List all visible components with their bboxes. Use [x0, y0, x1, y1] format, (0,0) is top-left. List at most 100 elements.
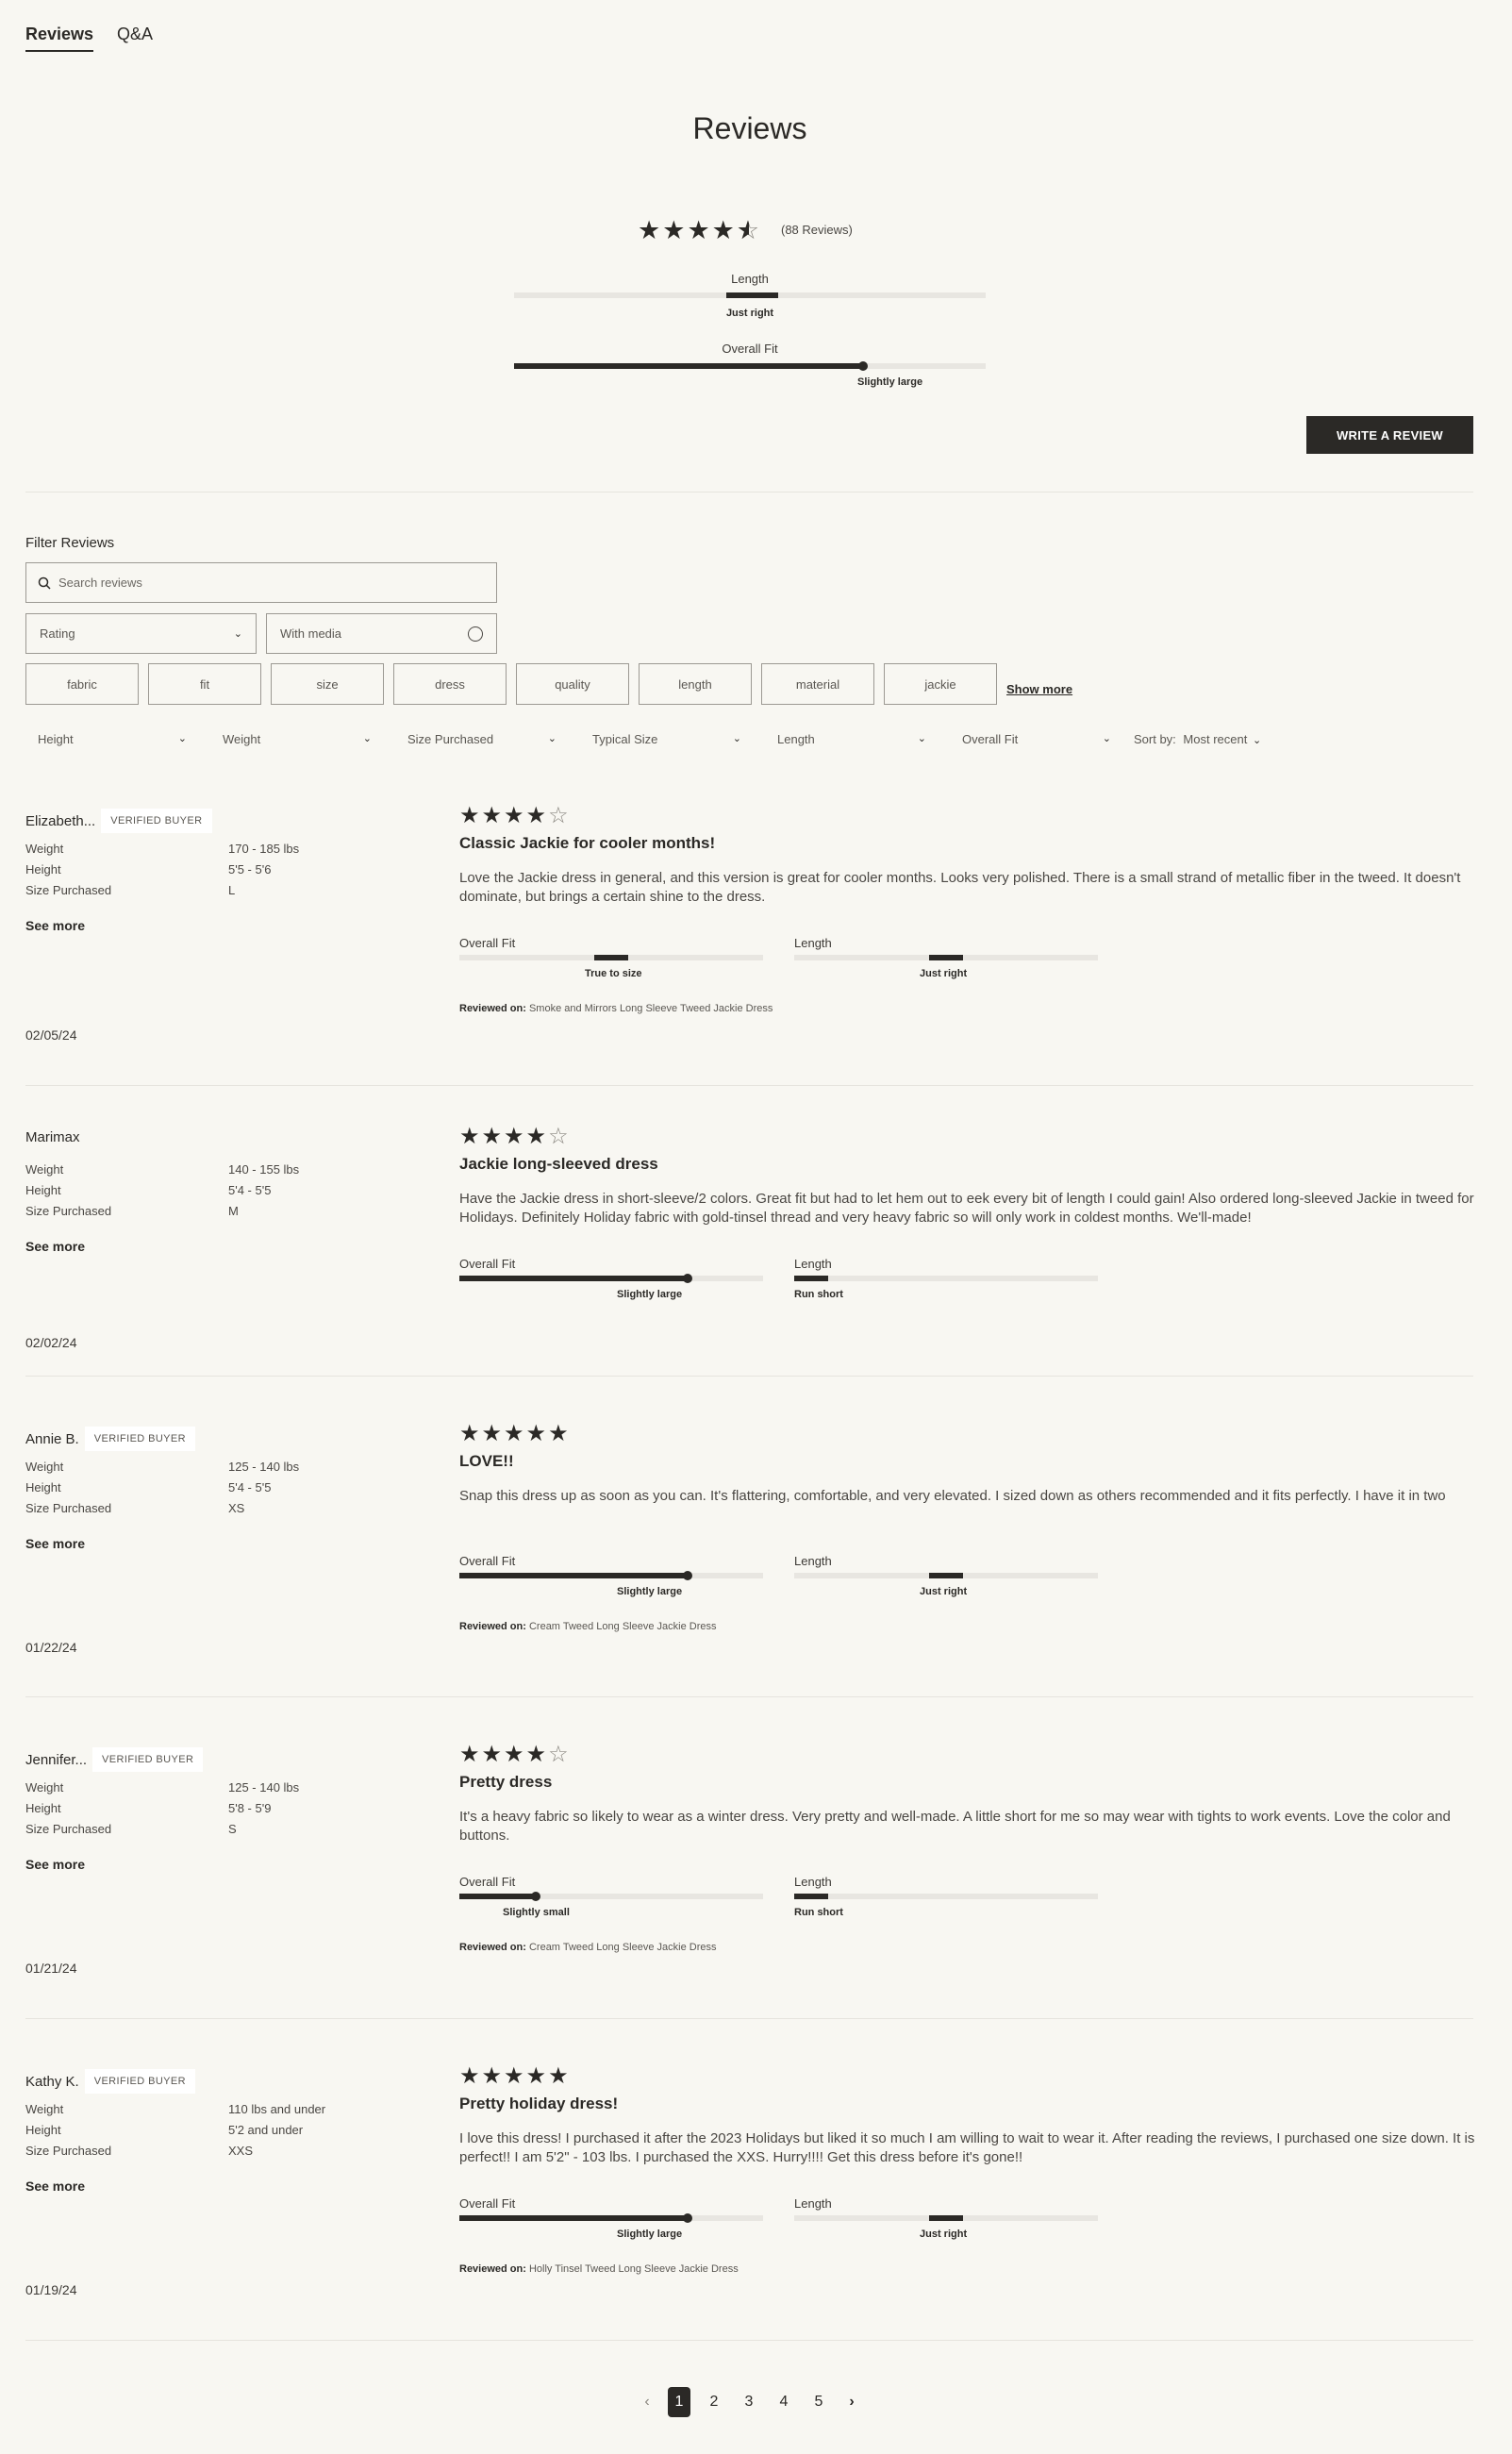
page-5-button[interactable]: 5	[807, 2387, 830, 2417]
divider	[25, 1085, 1473, 1086]
page-3-button[interactable]: 3	[738, 2387, 760, 2417]
overall-fit-label: Overall Fit	[459, 1554, 516, 1568]
reviewer-weight-label: Weight	[25, 2102, 64, 2116]
reviewer-height-label: Height	[25, 2123, 61, 2137]
filter-chip-fit[interactable]: fit	[148, 663, 261, 705]
length-label: Length	[794, 1875, 832, 1889]
star-full-icon: ★	[711, 216, 737, 244]
reviewer-size-label: Size Purchased	[25, 1822, 112, 1836]
height-dropdown[interactable]: Height ⌄	[38, 732, 187, 746]
reviewer-height-label: Height	[25, 1183, 61, 1197]
review-date: 01/22/24	[25, 1640, 77, 1655]
see-more-link[interactable]: See more	[25, 2179, 85, 2194]
page-1-button[interactable]: 1	[668, 2387, 690, 2417]
meter-segment	[929, 1573, 963, 1578]
verified-buyer-badge: VERIFIED BUYER	[84, 1427, 196, 1451]
review-count: (88 Reviews)	[781, 223, 853, 237]
summary-length-meter	[514, 292, 986, 298]
reviewed-on: Reviewed on: Cream Tweed Long Sleeve Jac…	[459, 1942, 716, 1953]
length-meter	[794, 1894, 1098, 1899]
see-more-link[interactable]: See more	[25, 1239, 85, 1254]
typical-size-dropdown[interactable]: Typical Size ⌄	[592, 732, 741, 746]
star-full-icon: ★	[504, 1124, 526, 1149]
filter-chip-size[interactable]: size	[271, 663, 384, 705]
reviewer-name: Kathy K.	[25, 2073, 79, 2090]
star-half-icon: ☆★	[736, 216, 762, 244]
rating-select-label: Rating	[40, 626, 75, 641]
divider	[25, 1696, 1473, 1697]
filter-chip-material[interactable]: material	[761, 663, 874, 705]
length-meter	[794, 1573, 1098, 1578]
overall-fit-dropdown[interactable]: Overall Fit ⌄	[962, 732, 1111, 746]
reviewer-height-label: Height	[25, 1801, 61, 1815]
tab-reviews[interactable]: Reviews	[25, 25, 94, 52]
chevron-down-icon: ⌄	[732, 733, 741, 744]
reviewed-product-link[interactable]: Holly Tinsel Tweed Long Sleeve Jackie Dr…	[529, 2263, 739, 2275]
review-title: LOVE!!	[459, 1452, 514, 1470]
reviewed-product-link[interactable]: Cream Tweed Long Sleeve Jackie Dress	[529, 1621, 717, 1632]
see-more-link[interactable]: See more	[25, 1857, 85, 1872]
length-dropdown[interactable]: Length ⌄	[777, 732, 926, 746]
chevron-down-icon: ⌄	[177, 733, 187, 744]
overall-fit-label: Overall Fit	[459, 1257, 516, 1271]
see-more-link[interactable]: See more	[25, 1536, 85, 1551]
reviewer-name-row: Marimax	[25, 1129, 80, 1145]
summary-fit-label: Overall Fit	[722, 342, 778, 356]
filter-chip-dress[interactable]: dress	[393, 663, 507, 705]
divider	[25, 2340, 1473, 2341]
page-4-button[interactable]: 4	[773, 2387, 795, 2417]
chevron-down-icon: ⌄	[547, 733, 557, 744]
reviewer-size-value: L	[228, 883, 236, 897]
reviewed-on: Reviewed on: Cream Tweed Long Sleeve Jac…	[459, 1621, 716, 1632]
search-input[interactable]	[58, 576, 474, 590]
reviewer-height-label: Height	[25, 862, 61, 876]
dropdown-label: Weight	[223, 732, 261, 746]
next-page-button[interactable]: ›	[840, 2387, 863, 2417]
review-title: Classic Jackie for cooler months!	[459, 834, 716, 852]
write-review-button[interactable]: WRITE A REVIEW	[1306, 416, 1473, 454]
meter-fill	[459, 2215, 688, 2221]
tab-qa[interactable]: Q&A	[117, 25, 153, 50]
page-2-button[interactable]: 2	[703, 2387, 725, 2417]
with-media-toggle[interactable]: With media	[266, 613, 497, 654]
overall-fit-meter	[459, 1892, 763, 1901]
filter-chip-jackie[interactable]: jackie	[884, 663, 997, 705]
star-full-icon: ★	[548, 1421, 571, 1446]
star-empty-icon: ☆	[548, 803, 571, 828]
filter-chip-length[interactable]: length	[639, 663, 752, 705]
filter-chip-quality[interactable]: quality	[516, 663, 629, 705]
review-body: Have the Jackie dress in short-sleeve/2 …	[459, 1191, 1474, 1226]
prev-page-button[interactable]: ‹	[636, 2387, 658, 2417]
reviewer-weight-label: Weight	[25, 1460, 64, 1474]
summary-fit-meter	[514, 361, 986, 371]
reviewer-size-label: Size Purchased	[25, 1204, 112, 1218]
reviewer-name-row: Jennifer... VERIFIED BUYER	[25, 1747, 204, 1772]
review-body: Love the Jackie dress in general, and th…	[459, 870, 1461, 905]
reviewed-product-link[interactable]: Smoke and Mirrors Long Sleeve Tweed Jack…	[529, 1003, 773, 1014]
summary-length-label: Length	[731, 272, 769, 286]
reviewer-size-value: M	[228, 1204, 239, 1218]
radio-circle-icon[interactable]	[468, 626, 483, 642]
sort-dropdown[interactable]: Sort by: Most recent ⌄	[1134, 732, 1261, 746]
reviewed-on-label: Reviewed on:	[459, 1942, 526, 1953]
reviewer-size-value: XS	[228, 1501, 245, 1515]
see-more-link[interactable]: See more	[25, 918, 85, 933]
reviewer-weight-label: Weight	[25, 1780, 64, 1795]
show-more-chips-link[interactable]: Show more	[1006, 682, 1072, 696]
dropdown-label: Height	[38, 732, 74, 746]
rating-select[interactable]: Rating ⌄	[25, 613, 257, 654]
weight-dropdown[interactable]: Weight ⌄	[223, 732, 372, 746]
overall-fit-meter	[459, 1571, 763, 1580]
reviewer-size-value: XXS	[228, 2144, 254, 2158]
meter-dot	[531, 1892, 540, 1901]
star-full-icon: ★	[525, 2063, 549, 2089]
reviewer-weight-value: 110 lbs and under	[228, 2102, 326, 2116]
length-label: Length	[794, 1257, 832, 1271]
size-purchased-dropdown[interactable]: Size Purchased ⌄	[407, 732, 557, 746]
reviewer-height-value: 5'4 - 5'5	[228, 1480, 272, 1494]
reviewer-name: Marimax	[25, 1129, 80, 1145]
reviewed-product-link[interactable]: Cream Tweed Long Sleeve Jackie Dress	[529, 1942, 717, 1953]
length-value: Just right	[920, 1586, 968, 1597]
star-full-icon: ★	[525, 1421, 549, 1446]
filter-chip-fabric[interactable]: fabric	[25, 663, 139, 705]
